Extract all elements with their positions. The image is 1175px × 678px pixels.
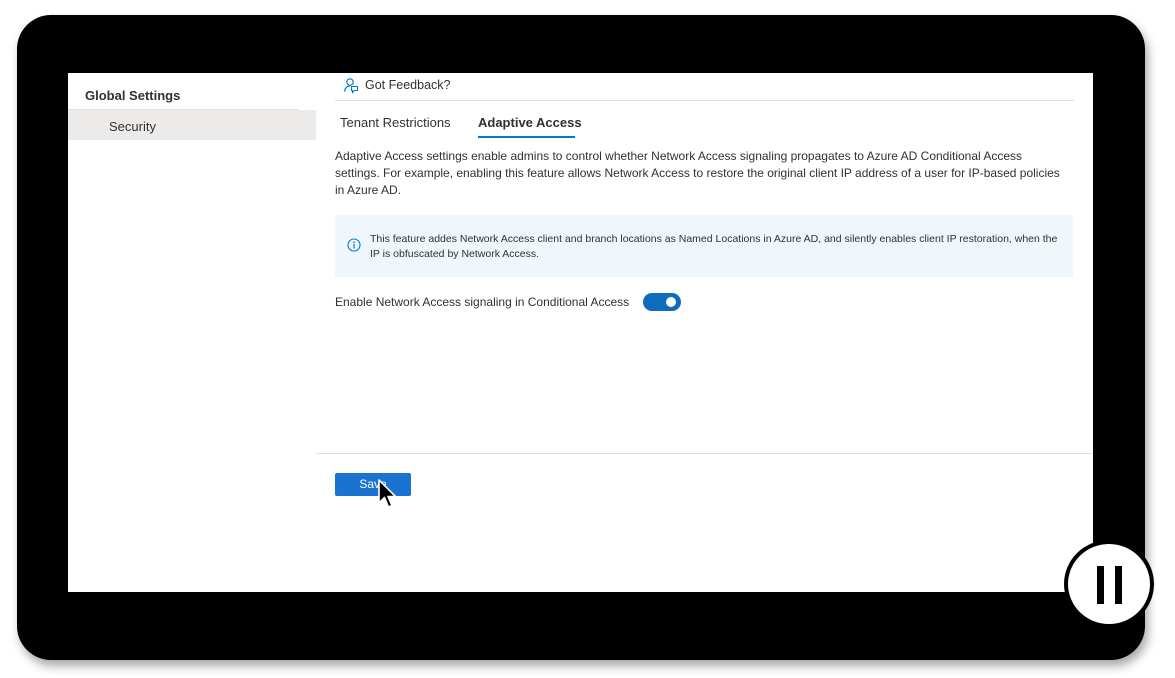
pause-button[interactable] (1064, 540, 1154, 628)
footer-divider (316, 453, 1093, 454)
sidebar: Global Settings Security (68, 73, 316, 592)
signaling-toggle-label: Enable Network Access signaling in Condi… (335, 295, 630, 309)
sidebar-heading: Global Settings (85, 88, 181, 103)
info-message-bar: This feature addes Network Access client… (335, 215, 1073, 277)
pause-icon-bar (1115, 566, 1122, 604)
sidebar-item-security[interactable]: Security (68, 110, 316, 140)
feedback-label: Got Feedback? (365, 78, 451, 92)
info-message-text: This feature addes Network Access client… (370, 233, 1058, 260)
pause-icon (1097, 566, 1104, 604)
header-divider (335, 100, 1074, 101)
main-content: Got Feedback? Tenant Restrictions Adapti… (316, 73, 1093, 592)
sidebar-item-label: Security (109, 119, 156, 134)
toggle-knob (666, 297, 677, 307)
save-button[interactable]: Save (335, 473, 411, 496)
app-window: Global Settings Security Got Feedback? T… (68, 73, 1093, 592)
selected-tab-indicator (478, 136, 575, 138)
feedback-icon (343, 77, 359, 94)
info-icon (347, 238, 361, 252)
tab-adaptive-access[interactable]: Adaptive Access (478, 115, 582, 130)
tab-tenant-restrictions[interactable]: Tenant Restrictions (340, 115, 451, 130)
mouse-pointer-icon (378, 479, 397, 508)
got-feedback-link[interactable]: Got Feedback? (342, 75, 450, 95)
adaptive-access-description: Adaptive Access settings enable admins t… (335, 149, 1060, 197)
signaling-setting-row: Enable Network Access signaling in Condi… (335, 292, 682, 312)
signaling-toggle[interactable] (643, 293, 682, 311)
